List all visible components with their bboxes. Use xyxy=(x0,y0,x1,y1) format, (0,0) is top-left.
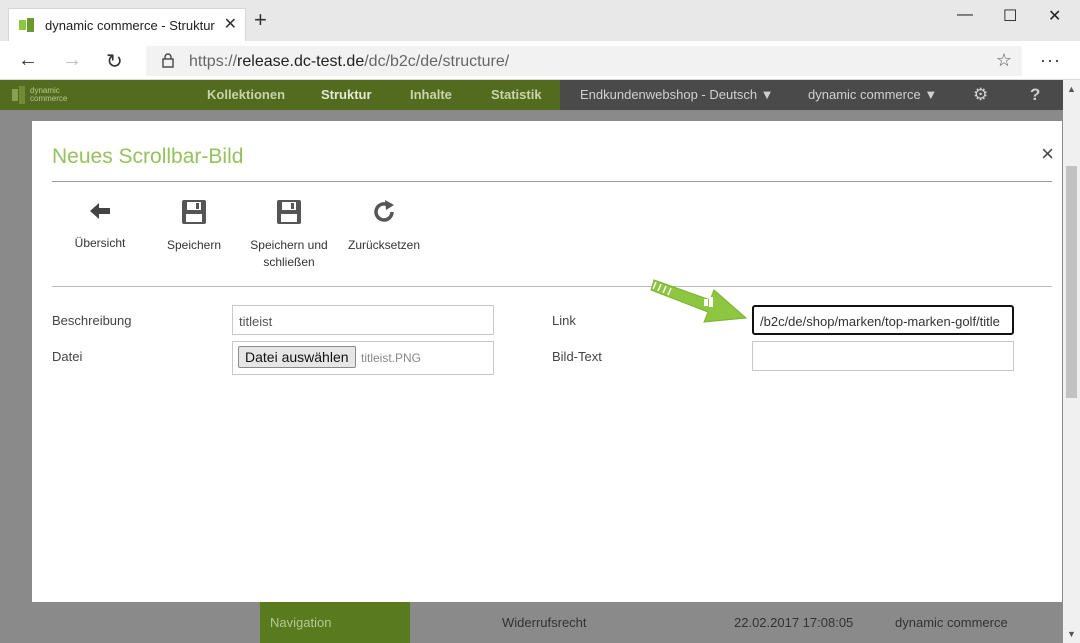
refresh-icon[interactable]: ↻ xyxy=(106,49,123,74)
minimize-icon[interactable]: — xyxy=(957,6,973,24)
row-name: Widerrufsrecht xyxy=(502,615,587,630)
divider xyxy=(52,286,1052,287)
scroll-up-icon[interactable]: ▲ xyxy=(1067,84,1076,94)
user-select[interactable]: dynamic commerce ▼ xyxy=(808,87,937,102)
nav-kollektionen[interactable]: Kollektionen xyxy=(207,87,285,102)
link-label: Link xyxy=(552,313,576,328)
reset-icon xyxy=(374,200,394,222)
back-icon[interactable]: ← xyxy=(18,49,38,72)
browser-tab-bar: dynamic commerce - Struktur ✕ + — ☐ ✕ xyxy=(0,0,1080,41)
help-icon[interactable]: ? xyxy=(1030,85,1040,105)
bildtext-input[interactable] xyxy=(752,341,1014,371)
address-bar-row: ← → ↻ https://release.dc-test.de/dc/b2c/… xyxy=(0,41,1080,80)
app-logo: dynamic commerce xyxy=(12,85,72,105)
arrow-left-icon xyxy=(90,203,110,219)
scrollbar-thumb[interactable] xyxy=(1066,166,1077,398)
tab-close-icon[interactable]: ✕ xyxy=(224,14,237,34)
link-input[interactable]: /b2c/de/shop/marken/top-marken-golf/titl… xyxy=(752,305,1014,335)
app-nav-bar: dynamic commerce Kollektionen Struktur I… xyxy=(0,80,1063,110)
row-user: dynamic commerce xyxy=(895,615,1008,630)
app-nav-primary: dynamic commerce Kollektionen Struktur I… xyxy=(0,80,560,110)
forward-icon[interactable]: → xyxy=(62,49,82,72)
new-tab-button[interactable]: + xyxy=(254,9,267,31)
more-menu-icon[interactable]: ··· xyxy=(1040,50,1061,71)
nav-inhalte[interactable]: Inhalte xyxy=(410,87,452,102)
bildtext-label: Bild-Text xyxy=(552,349,602,364)
divider xyxy=(52,181,1052,182)
row-date: 22.02.2017 17:08:05 xyxy=(734,615,854,630)
beschreibung-input[interactable]: titleist xyxy=(232,305,494,335)
pointer-arrow-icon xyxy=(650,279,748,323)
window-close-icon[interactable]: ✕ xyxy=(1048,6,1061,26)
bottom-nav-cell[interactable]: Navigation xyxy=(260,601,410,643)
lock-icon xyxy=(162,53,174,68)
reset-button[interactable]: Zurücksetzen xyxy=(344,199,424,254)
shop-select[interactable]: Endkundenwebshop - Deutsch ▼ xyxy=(580,87,774,102)
url-field[interactable]: https://release.dc-test.de/dc/b2c/de/str… xyxy=(146,46,1022,76)
maximize-icon[interactable]: ☐ xyxy=(1003,6,1017,26)
save-close-icon xyxy=(277,200,301,224)
modal-title: Neues Scrollbar-Bild xyxy=(52,145,244,168)
modal-dialog: Neues Scrollbar-Bild × Übersicht Speiche… xyxy=(32,121,1062,602)
datei-label: Datei xyxy=(52,349,83,364)
nav-struktur[interactable]: Struktur xyxy=(321,87,372,102)
file-select-button[interactable]: Datei auswählen xyxy=(238,346,356,368)
url-text: https://release.dc-test.de/dc/b2c/de/str… xyxy=(189,53,510,70)
datei-file-input[interactable]: Datei auswählen titleist.PNG xyxy=(232,341,494,375)
file-name: titleist.PNG xyxy=(361,351,422,365)
tab-title: dynamic commerce - Struktur xyxy=(45,18,215,33)
nav-statistik[interactable]: Statistik xyxy=(491,87,542,102)
favicon-icon xyxy=(19,18,34,32)
save-button[interactable]: Speichern xyxy=(154,199,234,254)
bottom-nav-label: Navigation xyxy=(270,615,332,630)
scroll-down-icon[interactable]: ▼ xyxy=(1067,629,1076,639)
beschreibung-label: Beschreibung xyxy=(52,313,132,328)
favorite-star-icon[interactable]: ☆ xyxy=(996,50,1012,71)
close-icon[interactable]: × xyxy=(1041,141,1054,167)
save-icon xyxy=(182,200,206,224)
save-and-close-button[interactable]: Speichern und schließen xyxy=(244,199,334,271)
browser-tab[interactable]: dynamic commerce - Struktur ✕ xyxy=(8,8,246,41)
overview-button[interactable]: Übersicht xyxy=(60,199,140,252)
gear-icon[interactable]: ⚙ xyxy=(973,85,988,105)
page-scrollbar[interactable]: ▲ ▼ xyxy=(1063,80,1080,643)
